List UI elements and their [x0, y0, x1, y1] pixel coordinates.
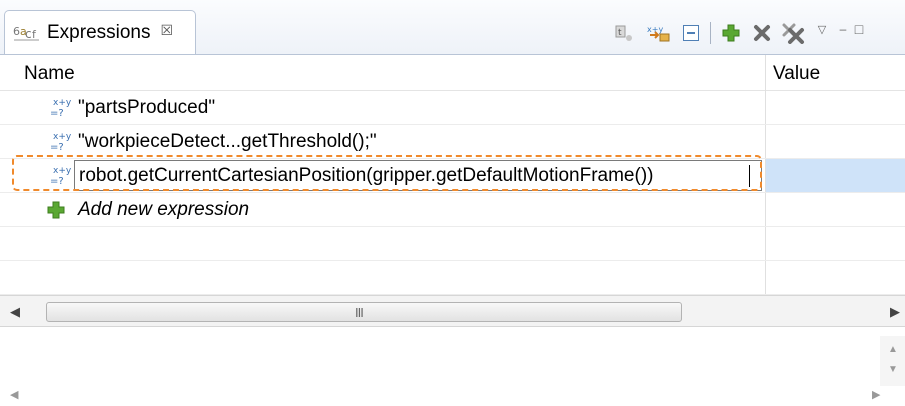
details-vertical-scrollbar[interactable]: ▲ ▼	[880, 336, 905, 386]
scrollbar-thumb[interactable]: III	[46, 302, 682, 322]
expressions-icon: 6 a c f	[13, 22, 43, 44]
tab-close-button[interactable]: ☒	[161, 22, 174, 39]
remove-expression-icon[interactable]	[750, 20, 774, 46]
svg-text:x+y: x+y	[53, 132, 72, 142]
collapse-all-icon[interactable]	[680, 20, 702, 46]
empty-row	[0, 261, 905, 295]
svg-text:x+y: x+y	[53, 166, 72, 176]
svg-text:=?: =?	[50, 108, 64, 119]
table-header: Name Value	[0, 55, 905, 91]
value-cell[interactable]	[766, 159, 905, 192]
details-scroll-right-button[interactable]: ▶	[872, 388, 880, 401]
tab-expressions[interactable]: 6 a c f Expressions ☒	[4, 10, 196, 54]
text-caret	[749, 165, 750, 187]
watch-expression-icon: x+y =?	[49, 164, 73, 188]
expression-name: "partsProduced"	[78, 97, 216, 118]
details-horizontal-scrollbar[interactable]: ◀ ▶	[0, 386, 905, 406]
create-watch-icon[interactable]: x+y	[646, 20, 672, 46]
remove-all-expressions-icon[interactable]	[780, 20, 806, 46]
minimize-icon[interactable]: –	[836, 16, 850, 42]
toolbar-separator	[710, 22, 712, 44]
svg-text:c: c	[25, 27, 32, 41]
column-header-name[interactable]: Name	[24, 63, 75, 85]
scroll-right-button[interactable]: ▶	[890, 304, 900, 320]
view-tab-bar: 6 a c f Expressions ☒ t x+y ▽ – □	[0, 0, 905, 54]
svg-text:t: t	[618, 28, 622, 38]
column-header-value[interactable]: Value	[773, 63, 820, 85]
watch-expression-icon: x+y =?	[49, 130, 73, 154]
add-expression-icon[interactable]	[720, 20, 742, 46]
details-scroll-left-button[interactable]: ◀	[10, 388, 18, 401]
tab-title: Expressions	[47, 21, 151, 43]
scrollbar-grip: III	[355, 305, 364, 320]
scroll-down-button[interactable]: ▼	[888, 364, 898, 375]
scroll-up-button[interactable]: ▲	[888, 344, 898, 355]
svg-text:f: f	[32, 28, 37, 41]
table-row[interactable]: x+y =? "partsProduced"	[0, 91, 905, 125]
empty-row	[0, 227, 905, 261]
maximize-icon[interactable]: □	[852, 16, 866, 42]
svg-text:x+y: x+y	[53, 98, 72, 108]
expression-edit-text[interactable]: robot.getCurrentCartesianPosition(grippe…	[79, 165, 653, 187]
watch-expression-icon: x+y =?	[49, 96, 73, 120]
view-toolbar: t x+y ▽ – □	[612, 20, 866, 46]
add-new-expression-label[interactable]: Add new expression	[78, 199, 249, 221]
add-icon	[47, 201, 65, 219]
details-pane[interactable]: ▲ ▼ ◀ ▶	[0, 328, 905, 406]
expression-edit-field[interactable]: robot.getCurrentCartesianPosition(grippe…	[74, 160, 762, 191]
expressions-table: Name Value x+y =? "partsProduced" x+y =?…	[0, 54, 905, 295]
horizontal-scrollbar[interactable]: ◀ III ▶	[0, 295, 905, 327]
table-row-editing[interactable]: x+y =? robot.getCurrentCartesianPosition…	[0, 159, 905, 193]
svg-text:=?: =?	[50, 176, 64, 187]
add-expression-row[interactable]: Add new expression	[0, 193, 905, 227]
view-menu-icon[interactable]: ▽	[814, 16, 830, 42]
svg-text:=?: =?	[50, 142, 64, 153]
svg-text:6: 6	[13, 25, 20, 38]
scroll-left-button[interactable]: ◀	[10, 304, 20, 320]
expression-name: "workpieceDetect...getThreshold();"	[78, 131, 377, 152]
show-type-names-icon[interactable]: t	[612, 20, 638, 46]
table-row[interactable]: x+y =? "workpieceDetect...getThreshold()…	[0, 125, 905, 159]
